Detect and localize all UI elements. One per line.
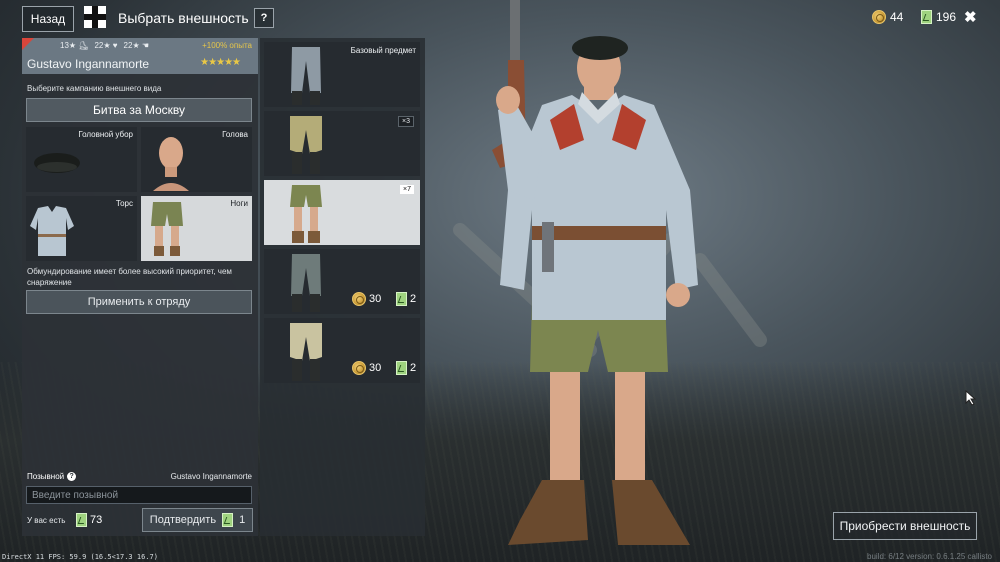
tunic-icon	[30, 206, 74, 256]
confirm-label: Подтвердить	[149, 514, 217, 526]
callsign-current: Gustavo Ingannamorte	[170, 472, 252, 481]
confirm-callsign-button[interactable]: Подтвердить 1	[142, 508, 253, 532]
list-item[interactable]: ×3	[264, 111, 420, 176]
legs-item-list: Базовый предмет ×3 ×7 30 2 30 2	[260, 38, 425, 536]
soldier-name: Gustavo Ingannamorte	[27, 57, 150, 71]
soldier-preview	[492, 0, 698, 545]
rank-flag-icon	[22, 38, 34, 50]
price-orders: 2	[396, 292, 416, 306]
order-ticket-icon	[396, 292, 407, 306]
heart-icon: ♥	[112, 41, 118, 50]
price-silver: 30	[352, 292, 381, 306]
breeches-khaki-icon	[290, 116, 322, 174]
close-icon[interactable]: ✖	[964, 8, 977, 26]
item-title: Базовый предмет	[350, 46, 416, 55]
slot-legs[interactable]: Ноги	[141, 196, 252, 261]
soldier-appearance-panel: 13★ ⛸ 22★ ♥ 22★ ☚ +100% опыта Gustavo In…	[22, 38, 258, 536]
order-ticket-icon	[921, 10, 932, 24]
info-icon[interactable]: ?	[67, 472, 77, 481]
silver-balance: 44	[872, 10, 903, 24]
priority-note: Обмундирование имеет более высокий приор…	[27, 267, 232, 287]
soldier-stars: ★★★★★	[200, 57, 241, 68]
silver-amount: 44	[890, 10, 904, 24]
build-version: build: 6/12 version: 0.6.1.25 callisto	[867, 552, 992, 561]
soldier-header[interactable]: 13★ ⛸ 22★ ♥ 22★ ☚ +100% опыта Gustavo In…	[22, 38, 258, 74]
count-badge: ×7	[400, 185, 414, 194]
price-silver: 30	[352, 361, 381, 375]
list-item[interactable]: 30 2	[264, 249, 420, 314]
trousers-grey-icon	[291, 47, 321, 105]
list-item[interactable]: 30 2	[264, 318, 420, 383]
boot-icon: ⛸	[78, 41, 89, 50]
silver-coin-icon	[872, 10, 886, 24]
balkenkreuz-faction-icon	[84, 6, 106, 28]
order-ticket-icon	[76, 513, 87, 527]
campaign-prompt: Выберите кампанию внешнего вида	[27, 84, 162, 93]
slot-torso[interactable]: Торс	[26, 196, 137, 261]
campaign-select-button[interactable]: Битва за Москву	[26, 98, 252, 122]
confirm-cost: 1	[239, 514, 246, 526]
mouse-cursor-icon	[965, 390, 977, 406]
buy-appearance-button[interactable]: Приобрести внешность	[833, 512, 977, 540]
page-title: Выбрать внешность	[118, 10, 249, 26]
list-item[interactable]: ×7	[264, 180, 420, 245]
order-ticket-icon	[222, 513, 234, 527]
trousers-field-grey-icon	[291, 254, 321, 312]
silver-coin-icon	[352, 292, 366, 306]
callsign-input[interactable]	[26, 486, 252, 504]
slot-head[interactable]: Голова	[141, 127, 252, 192]
shorts-icon	[151, 202, 183, 256]
orders-amount: 196	[936, 10, 957, 24]
help-button[interactable]: ?	[254, 8, 274, 28]
soldier-stats: 13★ ⛸ 22★ ♥ 22★ ☚	[60, 41, 149, 50]
slot-headgear[interactable]: Головной убор	[26, 127, 137, 192]
callsign-label: Позывной ?	[27, 472, 77, 481]
stat-weapon: 22★ ☚	[123, 41, 150, 50]
silver-coin-icon	[352, 361, 366, 375]
stat-level: 13★ ⛸	[60, 41, 89, 50]
orders-balance: 196	[921, 10, 956, 24]
breeches-sand-icon	[290, 323, 322, 381]
order-ticket-icon	[396, 361, 407, 375]
back-button[interactable]: Назад	[22, 6, 74, 32]
slot-label-legs: Ноги	[230, 199, 248, 208]
slot-label-headgear: Головной убор	[78, 130, 133, 139]
apply-to-squad-button[interactable]: Применить к отряду	[26, 290, 252, 314]
slot-label-torso: Торс	[115, 199, 133, 208]
fps-counter: DirectX 11 FPS: 59.9 (16.5<17.3 16.7)	[2, 553, 158, 561]
hand-icon: ☚	[141, 41, 150, 50]
have-orders: 73	[76, 513, 102, 527]
count-badge: ×3	[398, 116, 414, 127]
shorts-olive-icon	[290, 185, 322, 243]
stat-health: 22★ ♥	[94, 41, 118, 50]
head-portrait-icon	[153, 137, 189, 191]
have-label: У вас есть	[27, 516, 66, 525]
list-item[interactable]: Базовый предмет	[264, 42, 420, 107]
have-count-value: 73	[90, 514, 103, 526]
price-orders: 2	[396, 361, 416, 375]
exp-bonus: +100% опыта	[202, 41, 252, 50]
slot-label-head: Голова	[222, 130, 248, 139]
beret-icon	[34, 153, 80, 173]
